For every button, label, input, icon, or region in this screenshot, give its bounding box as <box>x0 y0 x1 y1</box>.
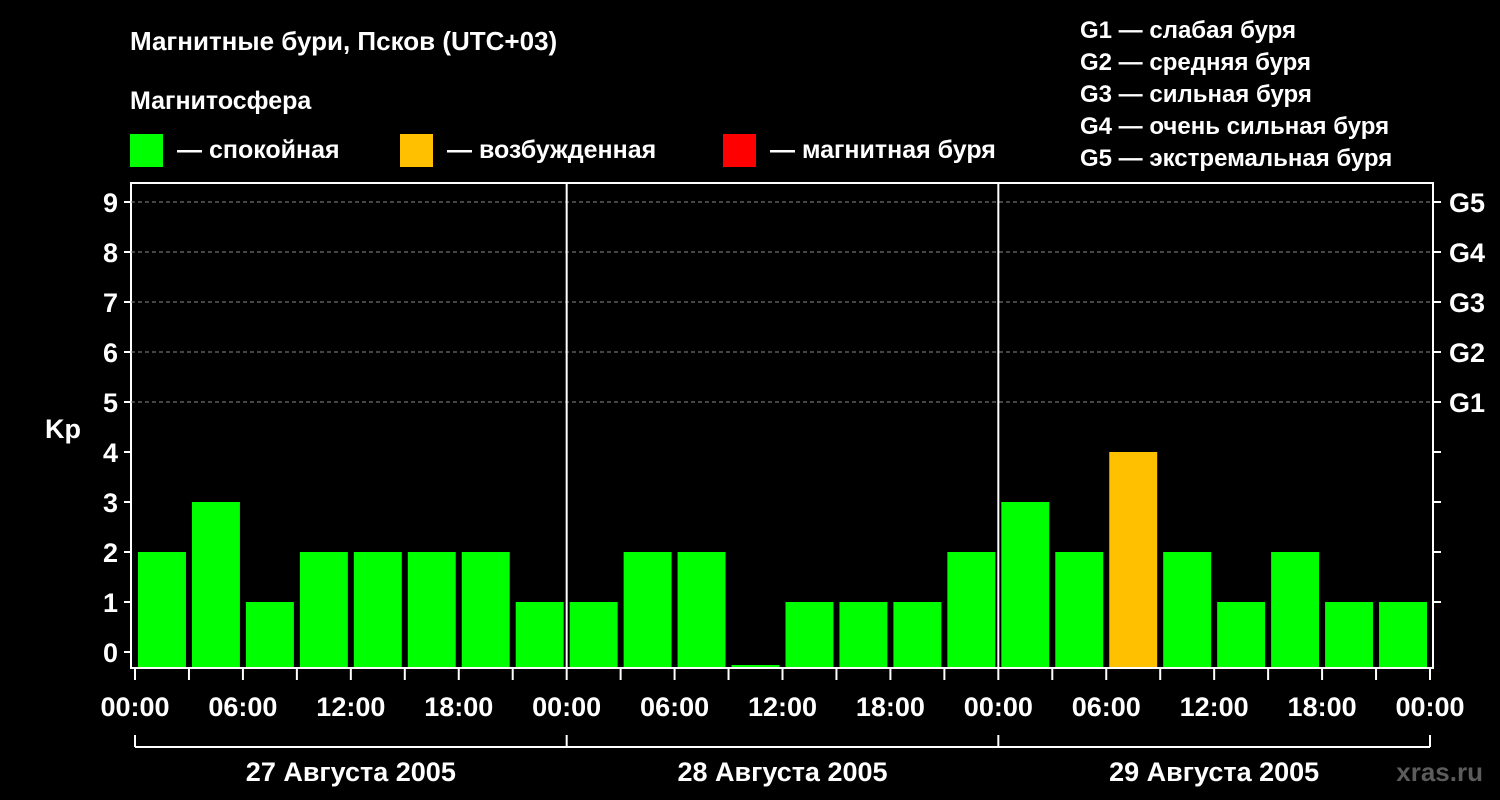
chart-title: Магнитные бури, Псков (UTC+03) <box>130 26 557 56</box>
g-level-label: G4 <box>1449 238 1485 268</box>
g-level-label: G3 <box>1449 288 1485 318</box>
legend-swatch <box>723 134 756 167</box>
x-tick-label: 12:00 <box>316 692 385 722</box>
storm-scale-item: G4 — очень сильная буря <box>1080 113 1389 140</box>
x-tick-label: 18:00 <box>1288 692 1357 722</box>
kp-bar <box>191 502 240 667</box>
y-tick-label: 2 <box>103 538 118 568</box>
kp-bar <box>569 602 618 667</box>
kp-bar <box>731 665 780 667</box>
x-tick-label: 12:00 <box>748 692 817 722</box>
storm-scale-item: G2 — средняя буря <box>1080 49 1311 76</box>
kp-bar <box>407 552 456 667</box>
kp-bar <box>299 552 348 667</box>
legend-label: — возбужденная <box>447 136 656 164</box>
kp-bar <box>839 602 888 667</box>
kp-bar <box>1163 552 1212 667</box>
g-level-label: G1 <box>1449 388 1485 418</box>
y-tick-label: 4 <box>103 438 118 468</box>
kp-bar <box>1217 602 1266 667</box>
day-label: 28 Августа 2005 <box>677 757 887 787</box>
kp-bar <box>785 602 834 667</box>
day-label: 27 Августа 2005 <box>246 757 456 787</box>
y-tick-label: 1 <box>103 588 118 618</box>
kp-bar <box>893 602 942 667</box>
kp-bar <box>1271 552 1320 667</box>
kp-bar <box>1379 602 1427 667</box>
g-level-label: G5 <box>1449 188 1485 218</box>
kp-bar <box>1109 452 1158 667</box>
y-tick-label: 0 <box>103 638 118 668</box>
kp-bar <box>1325 602 1374 667</box>
x-tick-label: 00:00 <box>532 692 601 722</box>
x-tick-label: 18:00 <box>856 692 925 722</box>
y-tick-label: 9 <box>103 188 118 218</box>
legend-swatch <box>400 134 433 167</box>
kp-bar <box>1001 502 1050 667</box>
kp-bar <box>353 552 402 667</box>
x-tick-label: 12:00 <box>1180 692 1249 722</box>
g-level-label: G2 <box>1449 338 1485 368</box>
legend-swatch <box>130 134 163 167</box>
x-tick-label: 00:00 <box>964 692 1033 722</box>
x-tick-label: 00:00 <box>100 692 169 722</box>
x-tick-label: 06:00 <box>1072 692 1141 722</box>
y-tick-label: 8 <box>103 238 118 268</box>
kp-bar <box>461 552 510 667</box>
storm-scale-item: G1 — слабая буря <box>1080 17 1296 44</box>
kp-bar <box>677 552 726 667</box>
kp-bar <box>515 602 564 667</box>
kp-bar <box>1055 552 1104 667</box>
legend-label: — магнитная буря <box>770 136 996 164</box>
day-label: 29 Августа 2005 <box>1109 757 1319 787</box>
x-tick-label: 06:00 <box>640 692 709 722</box>
kp-bar <box>138 552 186 667</box>
kp-chart: Магнитные бури, Псков (UTC+03) Магнитосф… <box>45 17 1485 787</box>
legend: — спокойная — возбужденная — магнитная бур… <box>130 134 996 167</box>
legend-label: — спокойная <box>177 136 340 164</box>
x-tick-label: 00:00 <box>1395 692 1464 722</box>
legend-title: Магнитосфера <box>130 87 312 115</box>
x-tick-label: 06:00 <box>208 692 277 722</box>
plot-area: 0 1 2 3 4 5 6 7 8 9 Kp G1 G2 G3 G4 G5 00:00 06:00 12:00 18:… <box>45 182 1485 787</box>
y-tick-label: 7 <box>103 288 118 318</box>
y-axis-label: Kp <box>45 414 81 444</box>
y-tick-label: 3 <box>103 488 118 518</box>
storm-scale-item: G5 — экстремальная буря <box>1080 145 1392 172</box>
kp-bar <box>245 602 294 667</box>
storm-scale-legend: G1 — слабая буря G2 — средняя буря G3 — си… <box>1080 17 1392 172</box>
x-tick-label: 18:00 <box>424 692 493 722</box>
storm-scale-item: G3 — сильная буря <box>1080 81 1312 108</box>
watermark: xras.ru <box>1396 757 1483 787</box>
y-tick-label: 6 <box>103 338 118 368</box>
y-tick-label: 5 <box>103 388 118 418</box>
kp-bar <box>623 552 672 667</box>
kp-bar <box>947 552 996 667</box>
